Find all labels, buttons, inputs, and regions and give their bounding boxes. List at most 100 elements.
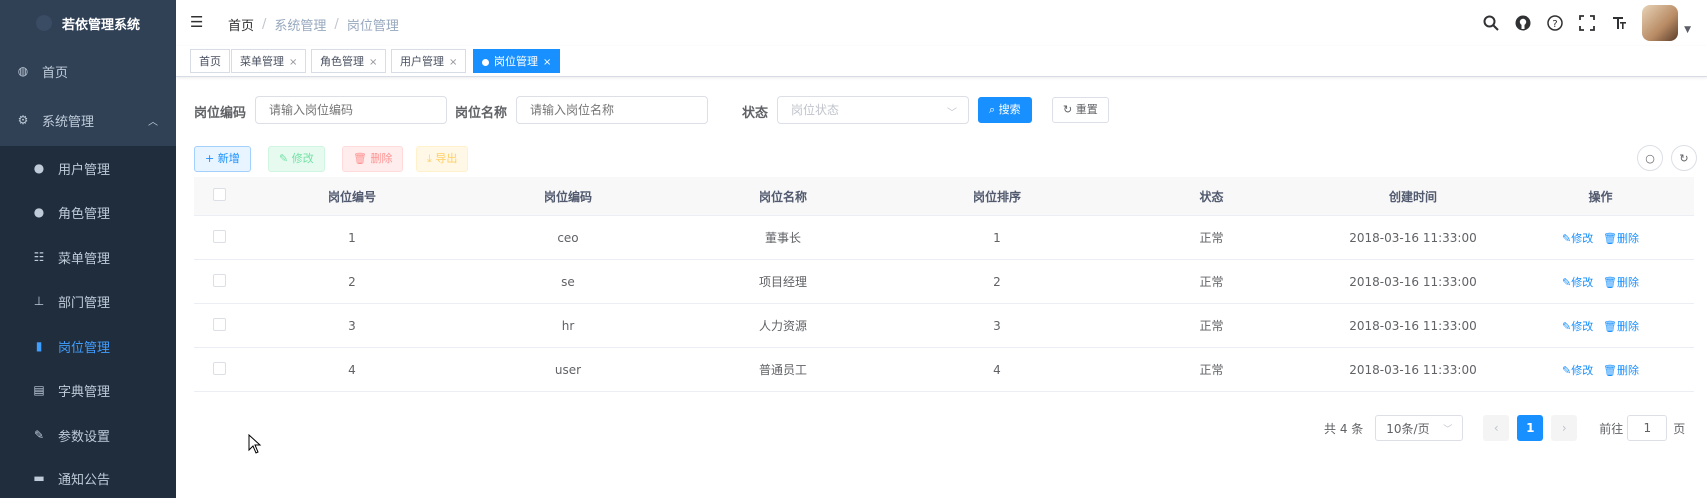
- tag-home[interactable]: 首页: [190, 49, 230, 73]
- select-all-checkbox[interactable]: [212, 188, 226, 201]
- search-button[interactable]: ⌕ 搜索: [978, 97, 1032, 123]
- avatar[interactable]: [1642, 5, 1679, 41]
- tag-post[interactable]: 岗位管理 ×: [473, 49, 561, 73]
- page-size-value: 10条/页: [1386, 421, 1430, 436]
- tag-menu[interactable]: 菜单管理 ×: [231, 49, 307, 73]
- add-button-label: 新增: [217, 152, 240, 165]
- chevron-down-icon[interactable]: ﹀: [947, 104, 957, 119]
- sidebar-item-label: 角色管理: [58, 206, 111, 222]
- row-delete-label: 删除: [1617, 363, 1639, 377]
- breadcrumb-item[interactable]: 首页: [228, 15, 254, 34]
- row-edit-button[interactable]: ✎修改: [1562, 364, 1593, 377]
- font-size-icon[interactable]: [1610, 14, 1628, 32]
- header-post-code[interactable]: 岗位编码: [460, 188, 676, 205]
- chevron-up-icon: ︿: [148, 116, 158, 128]
- cell-actions: ✎修改 🗑删除: [1507, 230, 1694, 246]
- edit-icon: ✎: [1561, 363, 1572, 377]
- row-delete-button[interactable]: 🗑删除: [1603, 276, 1639, 289]
- cell-post-name: 董事长: [764, 231, 801, 245]
- post-name-input[interactable]: [516, 96, 708, 124]
- edit-icon: ✎: [33, 428, 45, 442]
- tag-label: 首页: [199, 55, 221, 68]
- post-code-input[interactable]: [255, 96, 447, 124]
- fullscreen-icon[interactable]: [1578, 14, 1596, 32]
- delete-button[interactable]: 🗑 删除: [342, 146, 404, 172]
- cell-post-code: hr: [561, 318, 575, 333]
- row-edit-button[interactable]: ✎修改: [1562, 320, 1593, 333]
- caret-down-icon[interactable]: ▼: [1684, 25, 1691, 35]
- search-icon: ⌕: [989, 103, 996, 116]
- row-edit-button[interactable]: ✎修改: [1562, 276, 1593, 289]
- row-checkbox[interactable]: [212, 229, 226, 243]
- cell-status: 正常: [1199, 319, 1224, 333]
- sidebar-item-role[interactable]: ● 角色管理: [0, 192, 176, 232]
- edit-button[interactable]: ✎ 修改: [268, 146, 325, 172]
- page-number-current[interactable]: 1: [1517, 415, 1544, 441]
- question-icon[interactable]: ?: [1546, 14, 1564, 32]
- edit-icon: ✎: [1561, 275, 1572, 289]
- sidebar-item-menu[interactable]: ☷ 菜单管理: [0, 237, 176, 277]
- status-select[interactable]: 岗位状态: [777, 96, 969, 124]
- dict-icon: ▤: [33, 383, 45, 397]
- next-page-button[interactable]: ›: [1551, 415, 1578, 441]
- cell-create-time: 2018-03-16 11:33:00: [1349, 230, 1477, 245]
- row-edit-button[interactable]: ✎修改: [1562, 232, 1593, 245]
- download-icon: ⤓: [427, 152, 432, 165]
- sidebar-item-dict[interactable]: ▤ 字典管理: [0, 370, 176, 410]
- row-checkbox[interactable]: [212, 361, 226, 375]
- tag-role[interactable]: 角色管理 ×: [311, 49, 387, 73]
- github-icon[interactable]: [1514, 14, 1532, 32]
- tags-view: 首页 菜单管理 × 角色管理 × 用户管理 × 岗位管理 ×: [176, 46, 1707, 77]
- table-row[interactable]: 1 ceo 董事长 1 正常 2018-03-16 11:33:00 ✎修改 🗑…: [194, 216, 1694, 260]
- row-checkbox[interactable]: [212, 317, 226, 331]
- sidebar-item-config[interactable]: ✎ 参数设置: [0, 415, 176, 455]
- sidebar-item-user[interactable]: ● 用户管理: [0, 148, 176, 188]
- sidebar-item-label: 系统管理: [42, 114, 95, 130]
- row-delete-button[interactable]: 🗑删除: [1603, 364, 1639, 377]
- prev-page-button[interactable]: ‹: [1483, 415, 1510, 441]
- header-post-id[interactable]: 岗位编号: [244, 188, 460, 205]
- row-edit-label: 修改: [1571, 363, 1594, 377]
- add-button[interactable]: + 新增: [194, 146, 251, 172]
- tag-label: 岗位管理: [494, 55, 538, 68]
- page-size-select[interactable]: 10条/页 ﹀: [1375, 415, 1464, 441]
- sidebar-item-post[interactable]: ▮ 岗位管理: [0, 326, 176, 366]
- close-icon[interactable]: ×: [369, 57, 377, 68]
- tree-table-icon: ☷: [33, 250, 45, 264]
- user-icon: ●: [33, 161, 45, 175]
- close-icon[interactable]: ×: [543, 57, 551, 68]
- row-checkbox[interactable]: [212, 273, 226, 287]
- sidebar-item-home[interactable]: ◍ 首页: [0, 51, 176, 91]
- row-delete-button[interactable]: 🗑删除: [1603, 232, 1639, 245]
- reset-button[interactable]: ↻ 重置: [1052, 97, 1109, 123]
- sidebar-logo[interactable]: 若依管理系统: [0, 0, 176, 46]
- row-delete-button[interactable]: 🗑删除: [1603, 320, 1639, 333]
- hamburger-icon[interactable]: ☰: [190, 13, 206, 31]
- select-all-cell: [194, 188, 244, 204]
- header-create-time[interactable]: 创建时间: [1319, 188, 1507, 205]
- breadcrumb-item: 系统管理: [274, 19, 327, 34]
- search-icon[interactable]: [1482, 14, 1500, 32]
- sidebar-item-dept[interactable]: ⊥ 部门管理: [0, 281, 176, 321]
- tag-user[interactable]: 用户管理 ×: [391, 49, 467, 73]
- table-row[interactable]: 4 user 普通员工 4 正常 2018-03-16 11:33:00 ✎修改…: [194, 348, 1694, 392]
- close-icon[interactable]: ×: [449, 57, 457, 68]
- header-status[interactable]: 状态: [1104, 188, 1319, 205]
- sidebar-item-notice[interactable]: ▬ 通知公告: [0, 458, 176, 498]
- cell-actions: ✎修改 🗑删除: [1507, 274, 1694, 290]
- refresh-button[interactable]: ↻: [1671, 145, 1697, 171]
- pagination-total: 共 4 条: [1324, 421, 1364, 436]
- toggle-search-button[interactable]: ○: [1637, 145, 1663, 171]
- row-edit-label: 修改: [1571, 231, 1594, 245]
- goto-page-input[interactable]: 1: [1627, 415, 1668, 441]
- export-button[interactable]: ⤓ 导出: [416, 146, 469, 172]
- cell-post-name: 普通员工: [758, 363, 807, 377]
- header-post-name[interactable]: 岗位名称: [676, 188, 890, 205]
- table-row[interactable]: 2 se 项目经理 2 正常 2018-03-16 11:33:00 ✎修改 🗑…: [194, 260, 1694, 304]
- table-row[interactable]: 3 hr 人力资源 3 正常 2018-03-16 11:33:00 ✎修改 🗑…: [194, 304, 1694, 348]
- row-delete-label: 删除: [1617, 275, 1639, 289]
- sidebar-item-system[interactable]: ⚙ 系统管理 ︿: [0, 100, 176, 140]
- close-icon[interactable]: ×: [289, 57, 297, 68]
- row-select-cell: [194, 229, 244, 246]
- header-post-sort[interactable]: 岗位排序: [890, 188, 1104, 205]
